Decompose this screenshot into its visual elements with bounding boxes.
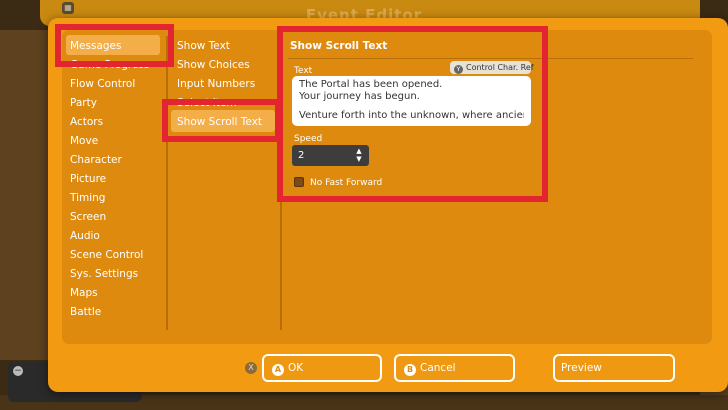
category-item-picture[interactable]: Picture [70, 173, 106, 185]
a-button-icon: A [272, 364, 284, 376]
category-item-character[interactable]: Character [70, 154, 122, 166]
category-item-audio[interactable]: Audio [70, 230, 100, 242]
control-char-ref-button[interactable]: Y Control Char. Ref [450, 61, 534, 74]
scroll-text-textarea[interactable]: The Portal has been opened. Your journey… [292, 76, 531, 126]
close-x-icon[interactable]: X [245, 362, 257, 374]
ok-label: OK [288, 362, 304, 374]
text-line: The Portal has been opened. [299, 79, 443, 90]
text-field-label: Text [294, 66, 313, 76]
command-divider [280, 36, 282, 330]
category-item-maps[interactable]: Maps [70, 287, 98, 299]
preview-button[interactable]: Preview [553, 354, 675, 382]
category-item-move[interactable]: Move [70, 135, 98, 147]
category-item-actors[interactable]: Actors [70, 116, 103, 128]
no-fast-forward-checkbox[interactable] [294, 177, 304, 187]
category-item-messages[interactable]: Messages [70, 40, 122, 52]
category-item-game-progress[interactable]: Game Progress [70, 59, 149, 71]
command-item-show-text[interactable]: Show Text [177, 40, 230, 52]
command-item-show-scroll-text[interactable]: Show Scroll Text [177, 116, 262, 128]
b-button-icon: B [404, 364, 416, 376]
no-fast-forward-label: No Fast Forward [310, 178, 383, 188]
category-item-flow-control[interactable]: Flow Control [70, 78, 135, 90]
detail-title: Show Scroll Text [290, 40, 388, 52]
text-line: Your journey has begun. [299, 91, 420, 102]
text-line: Venture forth into the unknown, where an… [299, 110, 524, 121]
spinner-arrows-icon[interactable]: ▲ ▼ [355, 147, 363, 163]
speed-value: 2 [298, 150, 305, 161]
preview-label: Preview [561, 362, 602, 374]
cancel-label: Cancel [420, 362, 456, 374]
control-char-ref-label: Control Char. Ref [466, 63, 534, 72]
category-item-battle[interactable]: Battle [70, 306, 101, 318]
y-button-icon: Y [454, 65, 463, 74]
speed-field-label: Speed [294, 134, 323, 144]
text-line-blank [299, 103, 524, 110]
ok-button[interactable]: A OK [262, 354, 382, 382]
category-item-timing[interactable]: Timing [70, 192, 105, 204]
minus-icon: − [13, 366, 23, 376]
background-left-panel [0, 30, 48, 360]
category-item-sys-settings[interactable]: Sys. Settings [70, 268, 138, 280]
command-item-select-item[interactable]: Select Item [177, 97, 237, 109]
detail-title-divider [288, 58, 693, 59]
category-item-party[interactable]: Party [70, 97, 97, 109]
category-item-screen[interactable]: Screen [70, 211, 106, 223]
category-divider [166, 36, 168, 330]
command-item-show-choices[interactable]: Show Choices [177, 59, 250, 71]
speed-spinner[interactable]: 2 ▲ ▼ [292, 145, 369, 166]
command-item-input-numbers[interactable]: Input Numbers [177, 78, 255, 90]
category-item-scene-control[interactable]: Scene Control [70, 249, 143, 261]
cancel-button[interactable]: B Cancel [394, 354, 515, 382]
